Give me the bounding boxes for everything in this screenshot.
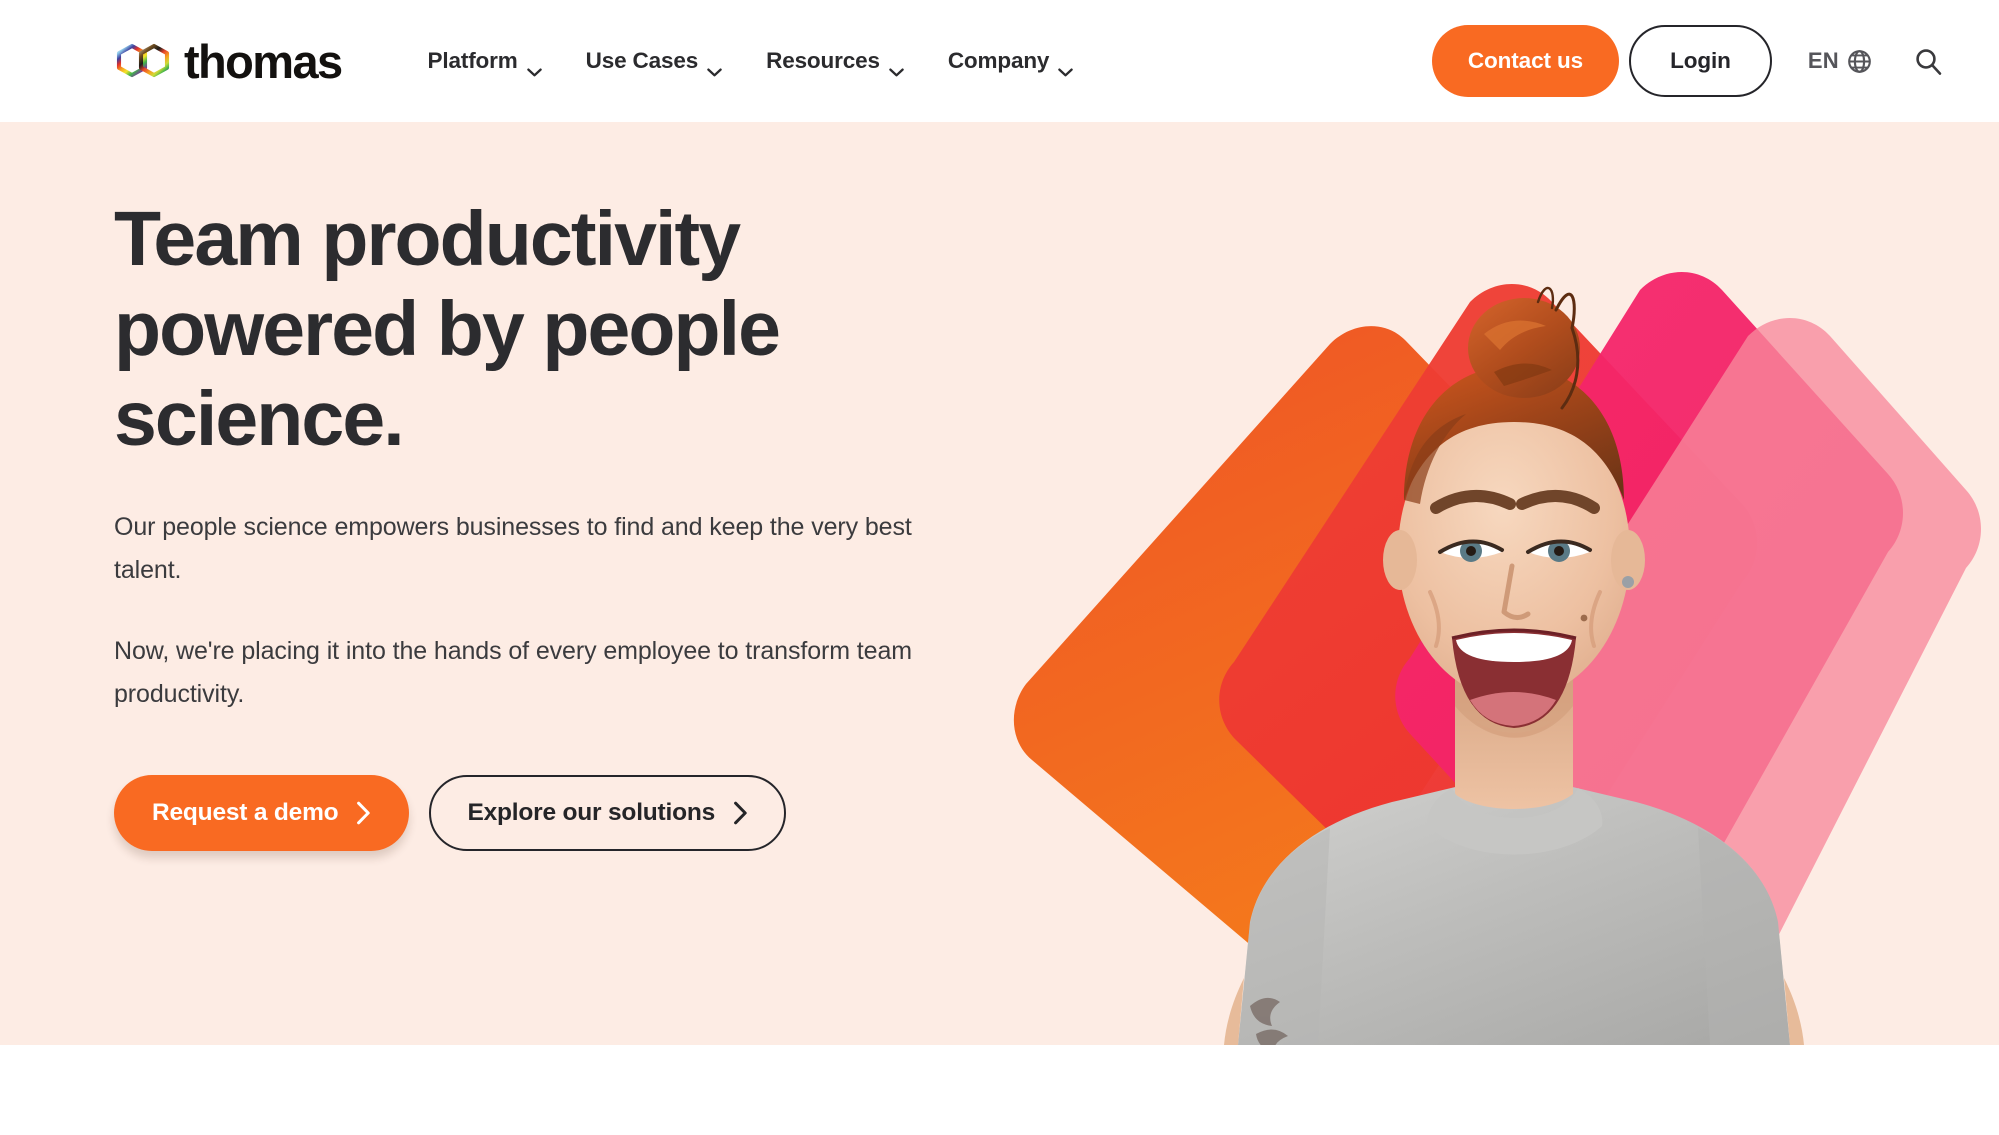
nav-item-label: Use Cases	[585, 48, 699, 73]
header-actions: Contact us Login EN	[1431, 25, 1943, 97]
globe-icon	[1847, 49, 1872, 74]
request-a-demo-label: Request a demo	[152, 799, 339, 827]
page-root: thomas Platform Use Cases Resources Comp…	[0, 0, 1999, 1135]
explore-our-solutions-label: Explore our solutions	[467, 799, 716, 827]
hero-paragraph-2: Now, we're placing it into the hands of …	[114, 637, 912, 709]
nav-item-label: Resources	[766, 48, 880, 73]
site-header: thomas Platform Use Cases Resources Comp…	[0, 0, 1999, 122]
chevron-down-icon	[1058, 57, 1074, 76]
language-label: EN	[1807, 48, 1839, 73]
search-button[interactable]	[1914, 47, 1943, 76]
chevron-right-icon	[733, 801, 748, 825]
request-a-demo-button[interactable]: Request a demo	[114, 775, 410, 852]
brand-wordmark: thomas	[184, 34, 343, 88]
explore-our-solutions-button[interactable]: Explore our solutions	[429, 775, 787, 852]
login-button[interactable]: Login	[1629, 25, 1772, 97]
hero-section: Team productivity powered by people scie…	[0, 122, 1999, 1045]
below-fold-section	[0, 1045, 1999, 1135]
nav-item-resources[interactable]: Resources	[766, 48, 904, 76]
main-navigation: Platform Use Cases Resources Company	[427, 48, 1074, 76]
nav-item-platform[interactable]: Platform	[427, 48, 542, 76]
interlocking-hexagons-rainbow-logo-icon	[112, 31, 174, 91]
earring	[1622, 576, 1634, 588]
chevron-down-icon	[707, 57, 722, 76]
nav-item-label: Company	[947, 48, 1050, 73]
hero-image	[1000, 122, 1999, 1045]
brand-logo-link[interactable]: thomas	[112, 31, 343, 91]
language-selector[interactable]: EN	[1808, 48, 1872, 74]
hero-paragraph-1: Our people science empowers businesses t…	[114, 513, 912, 585]
chevron-down-icon	[526, 57, 542, 76]
chevron-down-icon	[889, 57, 904, 76]
search-icon	[1914, 47, 1943, 76]
nav-item-company[interactable]: Company	[947, 48, 1074, 76]
contact-us-button[interactable]: Contact us	[1431, 25, 1620, 97]
page-title: Team productivity powered by people scie…	[114, 196, 781, 463]
hero-copy: Team productivity powered by people scie…	[114, 194, 944, 852]
hero-cta-group: Request a demo Explore our solutions	[114, 775, 944, 852]
nav-item-label: Platform	[427, 48, 518, 73]
nav-item-use-cases[interactable]: Use Cases	[585, 48, 722, 76]
chevron-right-icon	[356, 801, 371, 825]
